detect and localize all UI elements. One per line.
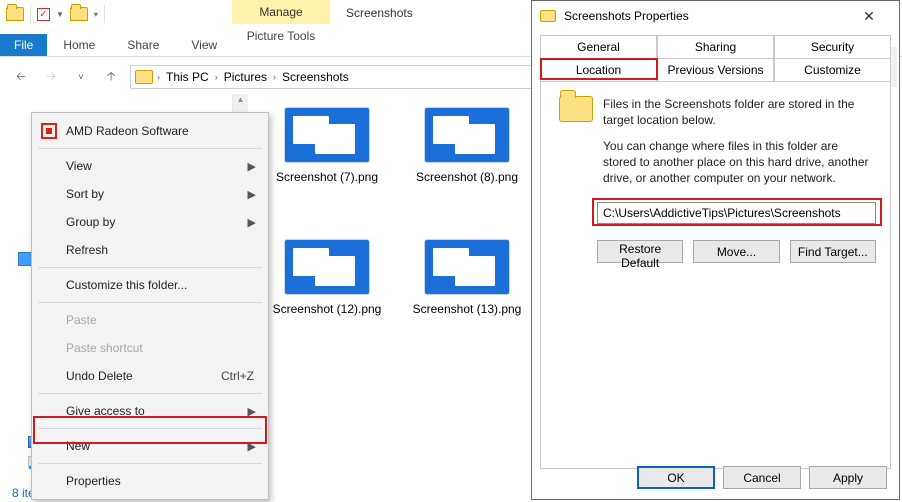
menu-separator bbox=[38, 428, 262, 429]
ctx-paste: Paste bbox=[32, 306, 268, 334]
ctx-refresh[interactable]: Refresh bbox=[32, 236, 268, 264]
close-button[interactable]: ✕ bbox=[847, 2, 891, 30]
nav-back-button[interactable]: 🡠 bbox=[10, 66, 32, 88]
apply-button[interactable]: Apply bbox=[809, 466, 887, 489]
tab-sharing[interactable]: Sharing bbox=[657, 35, 774, 59]
ctx-label: Undo Delete bbox=[66, 369, 133, 383]
ctx-label: Paste bbox=[66, 313, 97, 327]
tab-pane-location: Files in the Screenshots folder are stor… bbox=[540, 81, 891, 469]
file-item[interactable]: Screenshot (7).png bbox=[272, 108, 382, 228]
find-target-button[interactable]: Find Target... bbox=[790, 240, 876, 263]
tab-view[interactable]: View bbox=[175, 34, 233, 56]
tab-share[interactable]: Share bbox=[111, 34, 175, 56]
submenu-arrow-icon: ▶ bbox=[248, 216, 256, 229]
window-title: Screenshots bbox=[346, 6, 413, 20]
ctx-amd-radeon[interactable]: AMD Radeon Software bbox=[32, 117, 268, 145]
tab-customize[interactable]: Customize bbox=[774, 58, 891, 82]
ctx-new[interactable]: New ▶ bbox=[32, 432, 268, 460]
location-path-input[interactable] bbox=[597, 202, 876, 224]
tab-previous-versions[interactable]: Previous Versions bbox=[657, 58, 774, 82]
ctx-view[interactable]: View ▶ bbox=[32, 152, 268, 180]
chevron-right-icon[interactable]: › bbox=[215, 72, 218, 82]
file-name: Screenshot (8).png bbox=[416, 170, 518, 185]
ctx-label: View bbox=[66, 159, 92, 173]
tab-location[interactable]: Location bbox=[540, 58, 657, 82]
ctx-label: Sort by bbox=[66, 187, 104, 201]
info-text: You can change where files in this folde… bbox=[603, 138, 874, 187]
file-name: Screenshot (13).png bbox=[413, 302, 522, 317]
ctx-give-access-to[interactable]: Give access to ▶ bbox=[32, 397, 268, 425]
file-thumbnail bbox=[425, 240, 509, 294]
properties-dialog: Screenshots Properties ✕ General Sharing… bbox=[531, 0, 900, 500]
contextual-tab-header: Manage bbox=[232, 0, 330, 24]
ctx-sort-by[interactable]: Sort by ▶ bbox=[32, 180, 268, 208]
ctx-properties[interactable]: Properties bbox=[32, 467, 268, 495]
menu-separator bbox=[38, 393, 262, 394]
dialog-title: Screenshots Properties bbox=[564, 9, 847, 23]
nav-recent-dropdown[interactable]: ˅ bbox=[70, 66, 92, 88]
file-item[interactable]: Screenshot (8).png bbox=[412, 108, 522, 228]
contextual-tab-group: Manage Picture Tools bbox=[232, 0, 330, 49]
ctx-label: New bbox=[66, 439, 90, 453]
file-thumbnail bbox=[425, 108, 509, 162]
dialog-titlebar[interactable]: Screenshots Properties ✕ bbox=[532, 1, 899, 31]
menu-separator bbox=[38, 148, 262, 149]
file-thumbnail bbox=[285, 240, 369, 294]
ctx-label: Group by bbox=[66, 215, 115, 229]
folder-icon bbox=[135, 70, 153, 84]
breadcrumb-item[interactable]: Screenshots bbox=[278, 70, 353, 84]
menu-separator bbox=[38, 463, 262, 464]
context-menu: AMD Radeon Software View ▶ Sort by ▶ Gro… bbox=[31, 112, 269, 500]
tab-home[interactable]: Home bbox=[47, 34, 111, 56]
folder-icon bbox=[540, 10, 556, 22]
file-name: Screenshot (12).png bbox=[273, 302, 382, 317]
folder-large-icon bbox=[559, 96, 593, 122]
ctx-label: Give access to bbox=[66, 404, 145, 418]
submenu-arrow-icon: ▶ bbox=[248, 405, 256, 418]
scroll-up-icon[interactable]: ▴ bbox=[233, 94, 248, 110]
ctx-paste-shortcut: Paste shortcut bbox=[32, 334, 268, 362]
tab-picture-tools[interactable]: Picture Tools bbox=[232, 24, 330, 49]
move-button[interactable]: Move... bbox=[693, 240, 779, 263]
ctx-undo-delete[interactable]: Undo Delete Ctrl+Z bbox=[32, 362, 268, 390]
file-name: Screenshot (7).png bbox=[276, 170, 378, 185]
file-thumbnail bbox=[285, 108, 369, 162]
tab-general[interactable]: General bbox=[540, 35, 657, 59]
menu-separator bbox=[38, 267, 262, 268]
tab-security[interactable]: Security bbox=[774, 35, 891, 59]
ctx-label: AMD Radeon Software bbox=[66, 124, 189, 138]
file-item[interactable]: Screenshot (12).png bbox=[272, 240, 382, 360]
dialog-tabs: General Sharing Security Location Previo… bbox=[540, 35, 891, 469]
breadcrumb-item[interactable]: Pictures bbox=[220, 70, 271, 84]
desktop-icon[interactable] bbox=[18, 252, 32, 266]
amd-icon bbox=[41, 123, 57, 139]
cancel-button[interactable]: Cancel bbox=[723, 466, 801, 489]
chevron-right-icon[interactable]: › bbox=[157, 72, 160, 82]
ctx-label: Customize this folder... bbox=[66, 278, 187, 292]
ctx-label: Refresh bbox=[66, 243, 108, 257]
scroll-indicator bbox=[891, 47, 897, 87]
submenu-arrow-icon: ▶ bbox=[248, 188, 256, 201]
menu-separator bbox=[38, 302, 262, 303]
nav-up-button[interactable]: 🡡 bbox=[100, 66, 122, 88]
submenu-arrow-icon: ▶ bbox=[248, 160, 256, 173]
nav-forward-button[interactable]: 🡢 bbox=[40, 66, 62, 88]
ctx-customize-folder[interactable]: Customize this folder... bbox=[32, 271, 268, 299]
submenu-arrow-icon: ▶ bbox=[248, 440, 256, 453]
chevron-right-icon[interactable]: › bbox=[273, 72, 276, 82]
file-tab[interactable]: File bbox=[0, 34, 47, 56]
ok-button[interactable]: OK bbox=[637, 466, 715, 489]
file-item[interactable]: Screenshot (13).png bbox=[412, 240, 522, 360]
restore-default-button[interactable]: Restore Default bbox=[597, 240, 683, 263]
ctx-group-by[interactable]: Group by ▶ bbox=[32, 208, 268, 236]
breadcrumb-item[interactable]: This PC bbox=[162, 70, 213, 84]
ctx-label: Properties bbox=[66, 474, 121, 488]
ctx-shortcut: Ctrl+Z bbox=[221, 369, 254, 383]
ctx-label: Paste shortcut bbox=[66, 341, 143, 355]
info-text: Files in the Screenshots folder are stor… bbox=[603, 96, 874, 128]
